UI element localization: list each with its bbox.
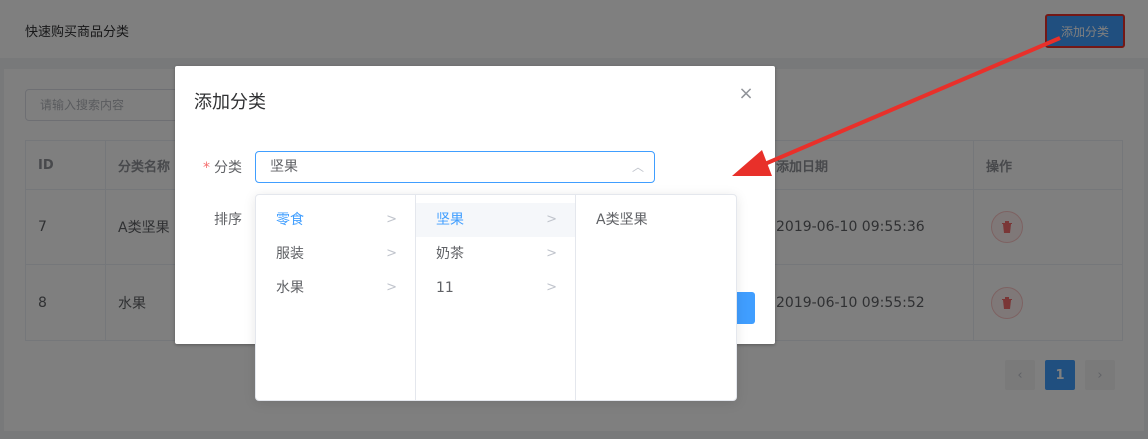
cascader-option[interactable]: 奶茶 > bbox=[416, 237, 575, 271]
chevron-right-icon: > bbox=[386, 246, 397, 261]
category-cascader[interactable]: 坚果 ︿ bbox=[255, 151, 655, 183]
chevron-right-icon: > bbox=[386, 280, 397, 295]
cascader-value: 坚果 bbox=[270, 159, 298, 175]
required-mark: * bbox=[203, 160, 210, 176]
cascader-option[interactable]: 11 > bbox=[416, 271, 575, 305]
cascader-menu: 零食 > 服装 > 水果 > 坚果 > 奶茶 > 11 > A类坚果 bbox=[255, 194, 737, 401]
close-icon[interactable]: × bbox=[738, 85, 754, 103]
cascader-option[interactable]: 服装 > bbox=[256, 237, 415, 271]
chevron-up-icon: ︿ bbox=[631, 160, 644, 174]
category-label: * 分类 bbox=[203, 157, 242, 177]
sort-label: 排序 bbox=[214, 212, 242, 228]
cascader-column-2: 坚果 > 奶茶 > 11 > bbox=[416, 195, 576, 400]
category-label-text: 分类 bbox=[214, 160, 242, 176]
chevron-right-icon: > bbox=[546, 280, 557, 295]
cascader-option[interactable]: A类坚果 bbox=[576, 203, 736, 237]
chevron-right-icon: > bbox=[386, 212, 397, 227]
cascader-option[interactable]: 水果 > bbox=[256, 271, 415, 305]
chevron-right-icon: > bbox=[546, 246, 557, 261]
dialog-title: 添加分类 bbox=[194, 92, 266, 113]
chevron-right-icon: > bbox=[546, 212, 557, 227]
cascader-option[interactable]: 零食 > bbox=[256, 203, 415, 237]
cascader-column-1: 零食 > 服装 > 水果 > bbox=[256, 195, 416, 400]
cascader-column-3: A类坚果 bbox=[576, 195, 736, 400]
cascader-option[interactable]: 坚果 > bbox=[416, 203, 575, 237]
